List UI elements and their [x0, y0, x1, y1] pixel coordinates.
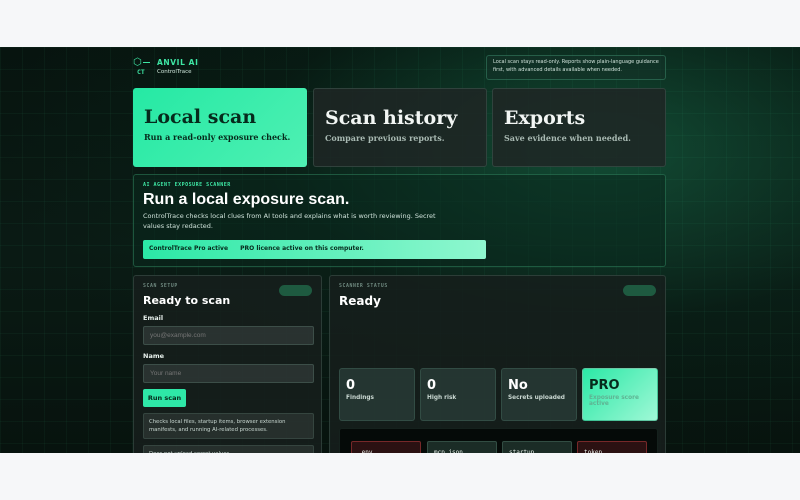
target-chip: startup: [502, 441, 572, 453]
tab-subtitle: Run a read-only exposure check.: [144, 132, 291, 142]
hero-eyebrow: AI AGENT EXPOSURE SCANNER: [143, 182, 231, 188]
stat-high-risk: 0 High risk: [420, 368, 496, 421]
read-only-notice: Local scan stays read-only. Reports show…: [486, 55, 666, 80]
pro-message: PRO licence active on this computer.: [240, 245, 364, 252]
stat-value: PRO: [589, 378, 620, 393]
name-label: Name: [143, 352, 165, 360]
stat-label: Exposure score active: [589, 395, 639, 407]
target-chip: .env: [351, 441, 421, 453]
tab-title: Exports: [504, 107, 586, 129]
hero-panel: AI AGENT EXPOSURE SCANNER Run a local ex…: [133, 174, 666, 267]
stat-value: 0: [427, 378, 437, 393]
panel-title: Ready: [339, 294, 381, 308]
status-pill: [279, 285, 312, 296]
stat-pro: PRO Exposure score active: [582, 368, 658, 421]
email-label: Email: [143, 314, 164, 322]
tab-title: Local scan: [144, 106, 257, 128]
scan-targets: .env mcp.json startup token chrome curso…: [339, 428, 658, 453]
target-chip: token: [577, 441, 647, 453]
stat-label: Secrets uploaded: [508, 395, 565, 401]
app-window: ⬡ CT ANVIL AI ControlTrace Local scan st…: [0, 47, 800, 453]
hero-title: Run a local exposure scan.: [143, 191, 350, 208]
scanner-status-panel: SCANNER STATUS Ready 0 Findings 0 High r…: [329, 275, 666, 453]
name-field[interactable]: [143, 364, 314, 383]
tab-local-scan[interactable]: Local scan Run a read-only exposure chec…: [133, 88, 307, 167]
stat-label: High risk: [427, 395, 457, 401]
stat-secrets-uploaded: No Secrets uploaded: [501, 368, 577, 421]
logo-icon: ⬡ CT: [133, 58, 150, 76]
pro-status: ControlTrace Pro active: [149, 245, 229, 252]
tab-subtitle: Save evidence when needed.: [504, 133, 631, 143]
hero-description: ControlTrace checks local clues from AI …: [143, 212, 436, 230]
run-scan-button[interactable]: Run scan: [143, 389, 186, 407]
panel-eyebrow: SCANNER STATUS: [339, 284, 388, 289]
tab-scan-history[interactable]: Scan history Compare previous reports.: [313, 88, 487, 167]
target-chip: mcp.json: [427, 441, 497, 453]
scan-setup-panel: SCAN SETUP Ready to scan Email Name Run …: [133, 275, 322, 453]
status-pill: [623, 285, 656, 296]
stats-row: 0 Findings 0 High risk No Secrets upload…: [339, 368, 658, 421]
brand: ⬡ CT ANVIL AI ControlTrace: [133, 58, 199, 77]
product-name: ControlTrace: [157, 69, 192, 75]
scan-info: Checks local files, startup items, brows…: [143, 413, 314, 439]
upload-info: Does not upload secret values.: [143, 445, 314, 453]
stat-value: 0: [346, 378, 356, 393]
logo-text: CT: [137, 68, 145, 76]
tab-title: Scan history: [325, 107, 458, 129]
pro-status-bar: ControlTrace Pro active PRO licence acti…: [143, 240, 486, 259]
email-field[interactable]: [143, 326, 314, 345]
brand-name: ANVIL AI: [157, 58, 199, 67]
stat-value: No: [508, 378, 528, 393]
stat-label: Findings: [346, 395, 374, 401]
stat-findings: 0 Findings: [339, 368, 415, 421]
tab-subtitle: Compare previous reports.: [325, 133, 445, 143]
tab-exports[interactable]: Exports Save evidence when needed.: [492, 88, 666, 167]
